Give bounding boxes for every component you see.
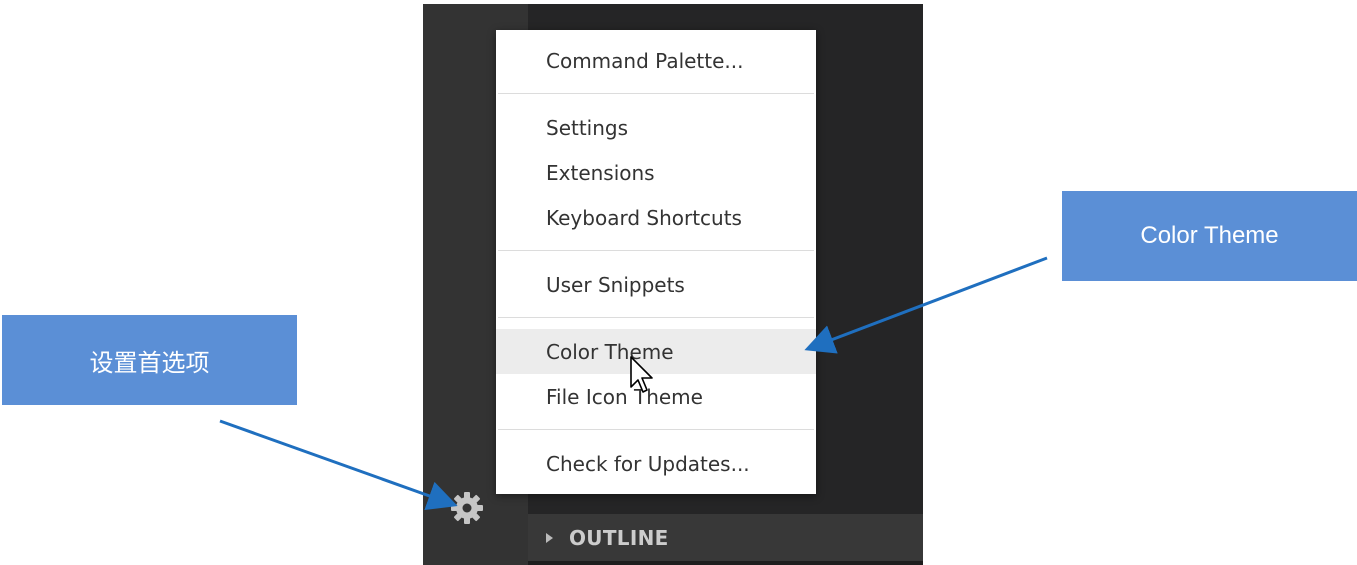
- arrow-to-gear: [219, 419, 458, 511]
- menu-item-check-for-updates[interactable]: Check for Updates...: [496, 441, 816, 486]
- menu-separator: [498, 250, 814, 251]
- color-theme-callout: Color Theme: [1062, 191, 1357, 281]
- menu-item-keyboard-shortcuts[interactable]: Keyboard Shortcuts: [496, 195, 816, 240]
- manage-gear-button[interactable]: [447, 488, 487, 528]
- mouse-cursor-icon: [630, 356, 653, 393]
- panel-bottom-edge: [528, 561, 923, 565]
- menu-item-settings[interactable]: Settings: [496, 105, 816, 150]
- menu-item-color-theme[interactable]: Color Theme: [496, 329, 816, 374]
- menu-item-file-icon-theme[interactable]: File Icon Theme: [496, 374, 816, 419]
- gear-icon: [451, 492, 483, 524]
- menu-item-command-palette[interactable]: Command Palette...: [496, 38, 816, 83]
- outline-section-header[interactable]: OUTLINE: [528, 514, 923, 561]
- menu-separator: [498, 93, 814, 94]
- chevron-right-icon: [546, 532, 553, 543]
- menu-item-extensions[interactable]: Extensions: [496, 150, 816, 195]
- manage-context-menu: Command Palette... Settings Extensions K…: [496, 30, 816, 494]
- menu-separator: [498, 317, 814, 318]
- menu-separator: [498, 429, 814, 430]
- preferences-callout: 设置首选项: [2, 315, 297, 405]
- menu-item-user-snippets[interactable]: User Snippets: [496, 262, 816, 307]
- outline-label: OUTLINE: [569, 525, 669, 550]
